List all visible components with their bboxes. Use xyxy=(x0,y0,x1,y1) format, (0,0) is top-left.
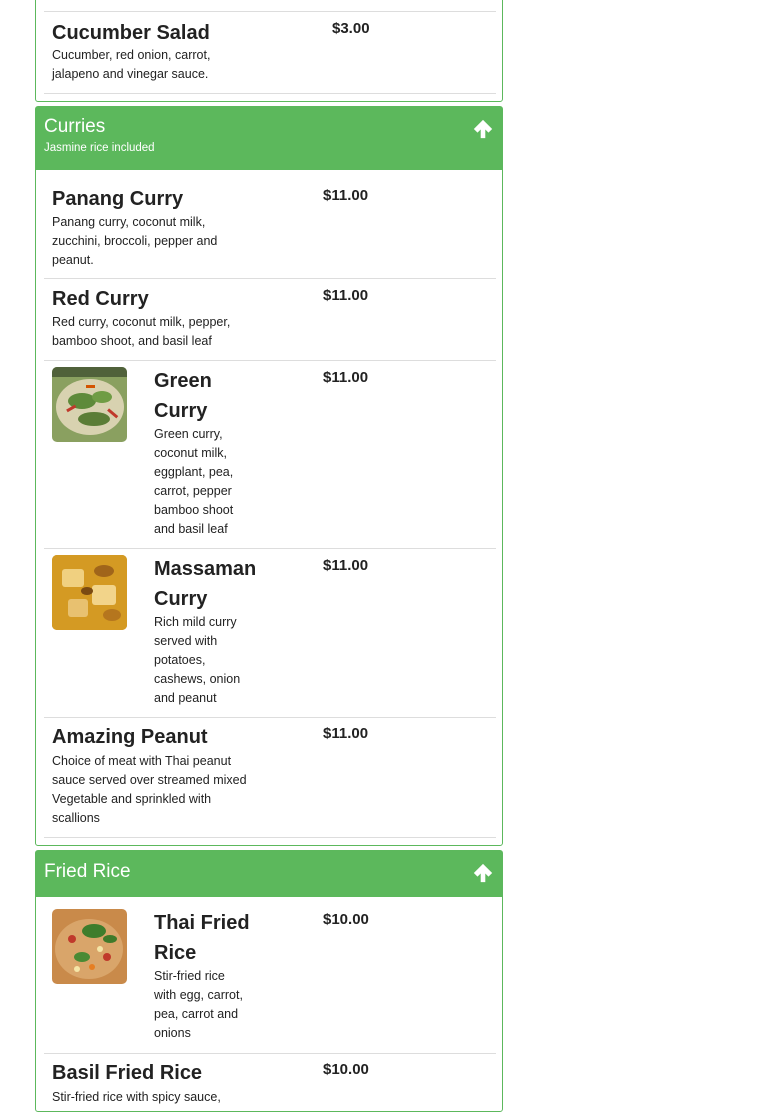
section-subtitle: Jasmine rice included xyxy=(44,142,155,154)
item-name: Green Curry xyxy=(154,370,212,422)
item-description: Stir-fried rice with egg, carrot, pea, c… xyxy=(154,969,243,1040)
item-description: Panang curry, coconut milk, zucchini, br… xyxy=(52,215,218,267)
item-price: $11.00 xyxy=(323,187,369,204)
arrow-up-icon[interactable] xyxy=(472,118,494,140)
arrow-up-icon[interactable] xyxy=(472,862,494,884)
item-description: Stir-fried rice with spicy sauce, xyxy=(52,1090,221,1104)
item-price: $11.00 xyxy=(323,287,369,304)
item-name: Red Curry xyxy=(52,288,149,310)
item-name: Massaman Curry xyxy=(154,558,257,610)
item-price: $10.00 xyxy=(323,1061,369,1078)
item-price: $3.00 xyxy=(332,20,370,37)
menu-item[interactable]: Basil Fried Rice Stir-fried rice with sp… xyxy=(44,1054,496,1114)
food-photo[interactable] xyxy=(52,367,127,442)
menu-item[interactable]: Green Curry Green curry, coconut milk, e… xyxy=(44,361,496,549)
menu-item[interactable]: Amazing Peanut Choice of meat with Thai … xyxy=(44,718,496,838)
item-name: Amazing Peanut xyxy=(52,726,208,748)
item-description: Cucumber, red onion, carrot, jalapeno an… xyxy=(52,48,211,81)
menu-item[interactable]: Thai Fried Rice Stir-fried rice with egg… xyxy=(44,903,496,1054)
section-title: Curries xyxy=(44,116,106,137)
item-name: Cucumber Salad xyxy=(52,22,210,44)
menu-item[interactable]: Cucumber Salad Cucumber, red onion, carr… xyxy=(44,11,496,94)
salads-panel: Cucumber Salad Cucumber, red onion, carr… xyxy=(35,0,503,102)
item-price: $11.00 xyxy=(323,725,369,742)
item-description: Green curry, coconut milk, eggplant, pea… xyxy=(154,427,234,536)
food-photo[interactable] xyxy=(52,555,127,630)
item-description: Choice of meat with Thai peanut sauce se… xyxy=(52,754,247,825)
menu-item[interactable]: Red Curry Red curry, coconut milk, peppe… xyxy=(44,279,496,361)
item-description: Rich mild curry served with potatoes, ca… xyxy=(154,615,241,705)
section-header[interactable]: Curries Jasmine rice included xyxy=(36,107,502,170)
food-photo[interactable] xyxy=(52,909,127,984)
item-price: $10.00 xyxy=(323,911,369,928)
item-name: Thai Fried Rice xyxy=(154,912,250,964)
item-name: Panang Curry xyxy=(52,188,184,210)
menu-item[interactable]: Massaman Curry Rich mild curry served wi… xyxy=(44,549,496,718)
item-description: Red curry, coconut milk, pepper, bamboo … xyxy=(52,315,231,348)
item-price: $11.00 xyxy=(323,369,369,386)
item-name: Basil Fried Rice xyxy=(52,1062,203,1084)
menu-item[interactable]: Panang Curry Panang curry, coconut milk,… xyxy=(44,183,496,279)
item-price: $11.00 xyxy=(323,557,369,574)
fried-rice-panel: Fried Rice Thai Fried Rice Stir-fried ri… xyxy=(35,850,503,1112)
section-header[interactable]: Fried Rice xyxy=(36,851,502,897)
section-title: Fried Rice xyxy=(44,861,131,882)
curries-panel: Curries Jasmine rice included Panang Cur… xyxy=(35,106,503,846)
